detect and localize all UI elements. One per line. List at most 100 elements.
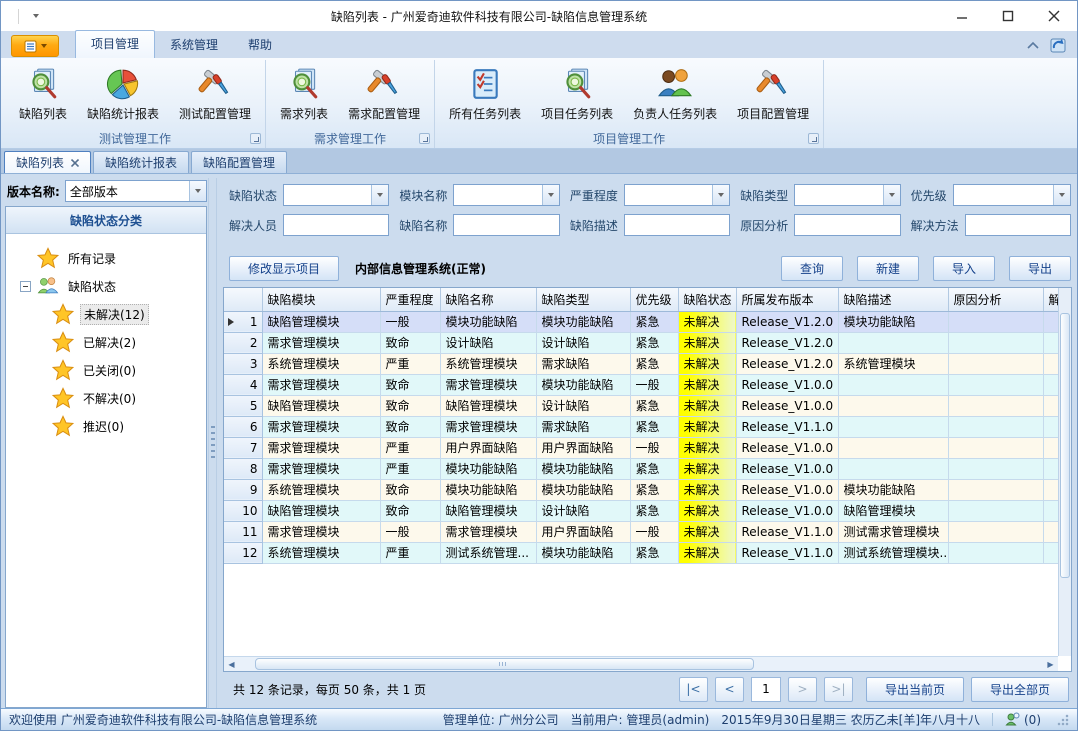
cell-优先级[interactable]: 紧急 — [630, 458, 678, 479]
filter-combo-button[interactable] — [371, 185, 388, 205]
cell-严重程度[interactable]: 致命 — [380, 479, 440, 500]
splitter[interactable] — [208, 178, 217, 708]
cell-缺陷描述[interactable] — [838, 395, 948, 416]
cell-所属发布版本[interactable]: Release_V1.0.0 — [736, 437, 838, 458]
cell-缺陷状态[interactable]: 未解决 — [678, 500, 736, 521]
cell-缺陷名称[interactable]: 模块功能缺陷 — [440, 311, 536, 332]
column-header-3[interactable]: 缺陷名称 — [440, 288, 536, 311]
next-page-button[interactable]: > — [788, 677, 817, 702]
table-row[interactable]: 1缺陷管理模块一般模块功能缺陷模块功能缺陷紧急未解决Release_V1.2.0… — [224, 311, 1063, 332]
cell-原因分析[interactable] — [948, 479, 1043, 500]
ribbon-button-3-3[interactable]: 负责人任务列表 — [625, 62, 725, 125]
cell-缺陷名称[interactable]: 需求管理模块 — [440, 374, 536, 395]
tree-collapse-icon[interactable] — [20, 281, 31, 292]
cell-严重程度[interactable]: 一般 — [380, 521, 440, 542]
cell-缺陷描述[interactable]: 模块功能缺陷 — [838, 479, 948, 500]
row-header-cell[interactable]: 12 — [224, 542, 262, 563]
filter-combo-5[interactable] — [953, 184, 1071, 206]
document-tab-1[interactable]: 缺陷列表 — [4, 151, 91, 173]
table-row[interactable]: 8需求管理模块严重模块功能缺陷模块功能缺陷紧急未解决Release_V1.0.0 — [224, 458, 1063, 479]
cell-缺陷模块[interactable]: 需求管理模块 — [262, 332, 380, 353]
cell-缺陷模块[interactable]: 需求管理模块 — [262, 374, 380, 395]
cell-缺陷名称[interactable]: 模块功能缺陷 — [440, 479, 536, 500]
ribbon-button-3-2[interactable]: 项目任务列表 — [533, 62, 621, 125]
cell-缺陷状态[interactable]: 未解决 — [678, 311, 736, 332]
cell-缺陷状态[interactable]: 未解决 — [678, 542, 736, 563]
collapse-ribbon-icon[interactable] — [1026, 41, 1040, 50]
cell-缺陷模块[interactable]: 需求管理模块 — [262, 521, 380, 542]
table-row[interactable]: 2需求管理模块致命设计缺陷设计缺陷紧急未解决Release_V1.2.0 — [224, 332, 1063, 353]
cell-所属发布版本[interactable]: Release_V1.0.0 — [736, 395, 838, 416]
cell-原因分析[interactable] — [948, 416, 1043, 437]
cell-优先级[interactable]: 紧急 — [630, 479, 678, 500]
tree-item-6[interactable]: 不解决(0) — [10, 384, 202, 412]
cell-缺陷名称[interactable]: 系统管理模块 — [440, 353, 536, 374]
vertical-scrollbar-thumb[interactable] — [1060, 313, 1070, 578]
horizontal-scroll-track[interactable] — [239, 657, 1043, 671]
cell-缺陷描述[interactable]: 缺陷管理模块 — [838, 500, 948, 521]
cell-原因分析[interactable] — [948, 374, 1043, 395]
cell-优先级[interactable]: 紧急 — [630, 332, 678, 353]
cell-缺陷模块[interactable]: 系统管理模块 — [262, 353, 380, 374]
cell-缺陷描述[interactable]: 测试系统管理模块... — [838, 542, 948, 563]
table-row[interactable]: 9系统管理模块致命模块功能缺陷模块功能缺陷紧急未解决Release_V1.0.0… — [224, 479, 1063, 500]
filter-input-5[interactable] — [965, 214, 1071, 236]
cell-缺陷状态[interactable]: 未解决 — [678, 437, 736, 458]
cell-缺陷描述[interactable]: 系统管理模块 — [838, 353, 948, 374]
table-row[interactable]: 10缺陷管理模块致命缺陷管理模块设计缺陷紧急未解决Release_V1.0.0缺… — [224, 500, 1063, 521]
tab-close-icon[interactable] — [71, 156, 79, 170]
modify-display-items-button[interactable]: 修改显示项目 — [229, 256, 339, 281]
dialog-launcher-icon[interactable] — [419, 133, 430, 144]
filter-combo-3[interactable] — [624, 184, 730, 206]
export-current-page-button[interactable]: 导出当前页 — [866, 677, 964, 702]
horizontal-scrollbar[interactable]: ◀ ▶ — [224, 656, 1058, 671]
filter-combo-button[interactable] — [712, 185, 729, 205]
filter-combo-button[interactable] — [883, 185, 900, 205]
ribbon-button-3-4[interactable]: 项目配置管理 — [729, 62, 817, 125]
cell-原因分析[interactable] — [948, 542, 1043, 563]
cell-严重程度[interactable]: 一般 — [380, 311, 440, 332]
cell-严重程度[interactable]: 严重 — [380, 437, 440, 458]
message-badge[interactable]: (0) — [1005, 712, 1041, 727]
action-button-2[interactable]: 新建 — [857, 256, 919, 281]
cell-缺陷名称[interactable]: 缺陷管理模块 — [440, 500, 536, 521]
action-button-1[interactable]: 查询 — [781, 256, 843, 281]
table-row[interactable]: 4需求管理模块致命需求管理模块模块功能缺陷一般未解决Release_V1.0.0 — [224, 374, 1063, 395]
table-row[interactable]: 12系统管理模块严重测试系统管理...模块功能缺陷紧急未解决Release_V1… — [224, 542, 1063, 563]
cell-原因分析[interactable] — [948, 353, 1043, 374]
cell-缺陷名称[interactable]: 需求管理模块 — [440, 521, 536, 542]
cell-缺陷模块[interactable]: 缺陷管理模块 — [262, 311, 380, 332]
table-row[interactable]: 11需求管理模块一般需求管理模块用户界面缺陷一般未解决Release_V1.1.… — [224, 521, 1063, 542]
table-row[interactable]: 3系统管理模块严重系统管理模块需求缺陷紧急未解决Release_V1.2.0系统… — [224, 353, 1063, 374]
cell-原因分析[interactable] — [948, 521, 1043, 542]
filter-input-3[interactable] — [624, 214, 730, 236]
row-header-cell[interactable]: 4 — [224, 374, 262, 395]
cell-缺陷状态[interactable]: 未解决 — [678, 479, 736, 500]
column-header-5[interactable]: 优先级 — [630, 288, 678, 311]
cell-严重程度[interactable]: 致命 — [380, 500, 440, 521]
cell-缺陷类型[interactable]: 需求缺陷 — [536, 416, 630, 437]
cell-严重程度[interactable]: 致命 — [380, 374, 440, 395]
cell-所属发布版本[interactable]: Release_V1.1.0 — [736, 542, 838, 563]
cell-原因分析[interactable] — [948, 311, 1043, 332]
filter-combo-button[interactable] — [1053, 185, 1070, 205]
maximize-button[interactable] — [985, 1, 1031, 31]
filter-input-1[interactable] — [283, 214, 389, 236]
cell-缺陷名称[interactable]: 模块功能缺陷 — [440, 458, 536, 479]
table-row[interactable]: 6需求管理模块致命需求管理模块需求缺陷紧急未解决Release_V1.1.0 — [224, 416, 1063, 437]
cell-缺陷状态[interactable]: 未解决 — [678, 521, 736, 542]
page-number-input[interactable] — [751, 677, 781, 702]
cell-缺陷状态[interactable]: 未解决 — [678, 416, 736, 437]
version-combo[interactable]: 全部版本 — [65, 180, 207, 202]
cell-优先级[interactable]: 紧急 — [630, 353, 678, 374]
document-tab-2[interactable]: 缺陷统计报表 — [93, 151, 189, 173]
close-button[interactable] — [1031, 1, 1077, 31]
cell-缺陷模块[interactable]: 缺陷管理模块 — [262, 500, 380, 521]
cell-缺陷状态[interactable]: 未解决 — [678, 353, 736, 374]
cell-优先级[interactable]: 紧急 — [630, 416, 678, 437]
dialog-launcher-icon[interactable] — [250, 133, 261, 144]
row-header-cell[interactable]: 8 — [224, 458, 262, 479]
cell-所属发布版本[interactable]: Release_V1.1.0 — [736, 416, 838, 437]
cell-缺陷名称[interactable]: 设计缺陷 — [440, 332, 536, 353]
cell-缺陷类型[interactable]: 模块功能缺陷 — [536, 542, 630, 563]
